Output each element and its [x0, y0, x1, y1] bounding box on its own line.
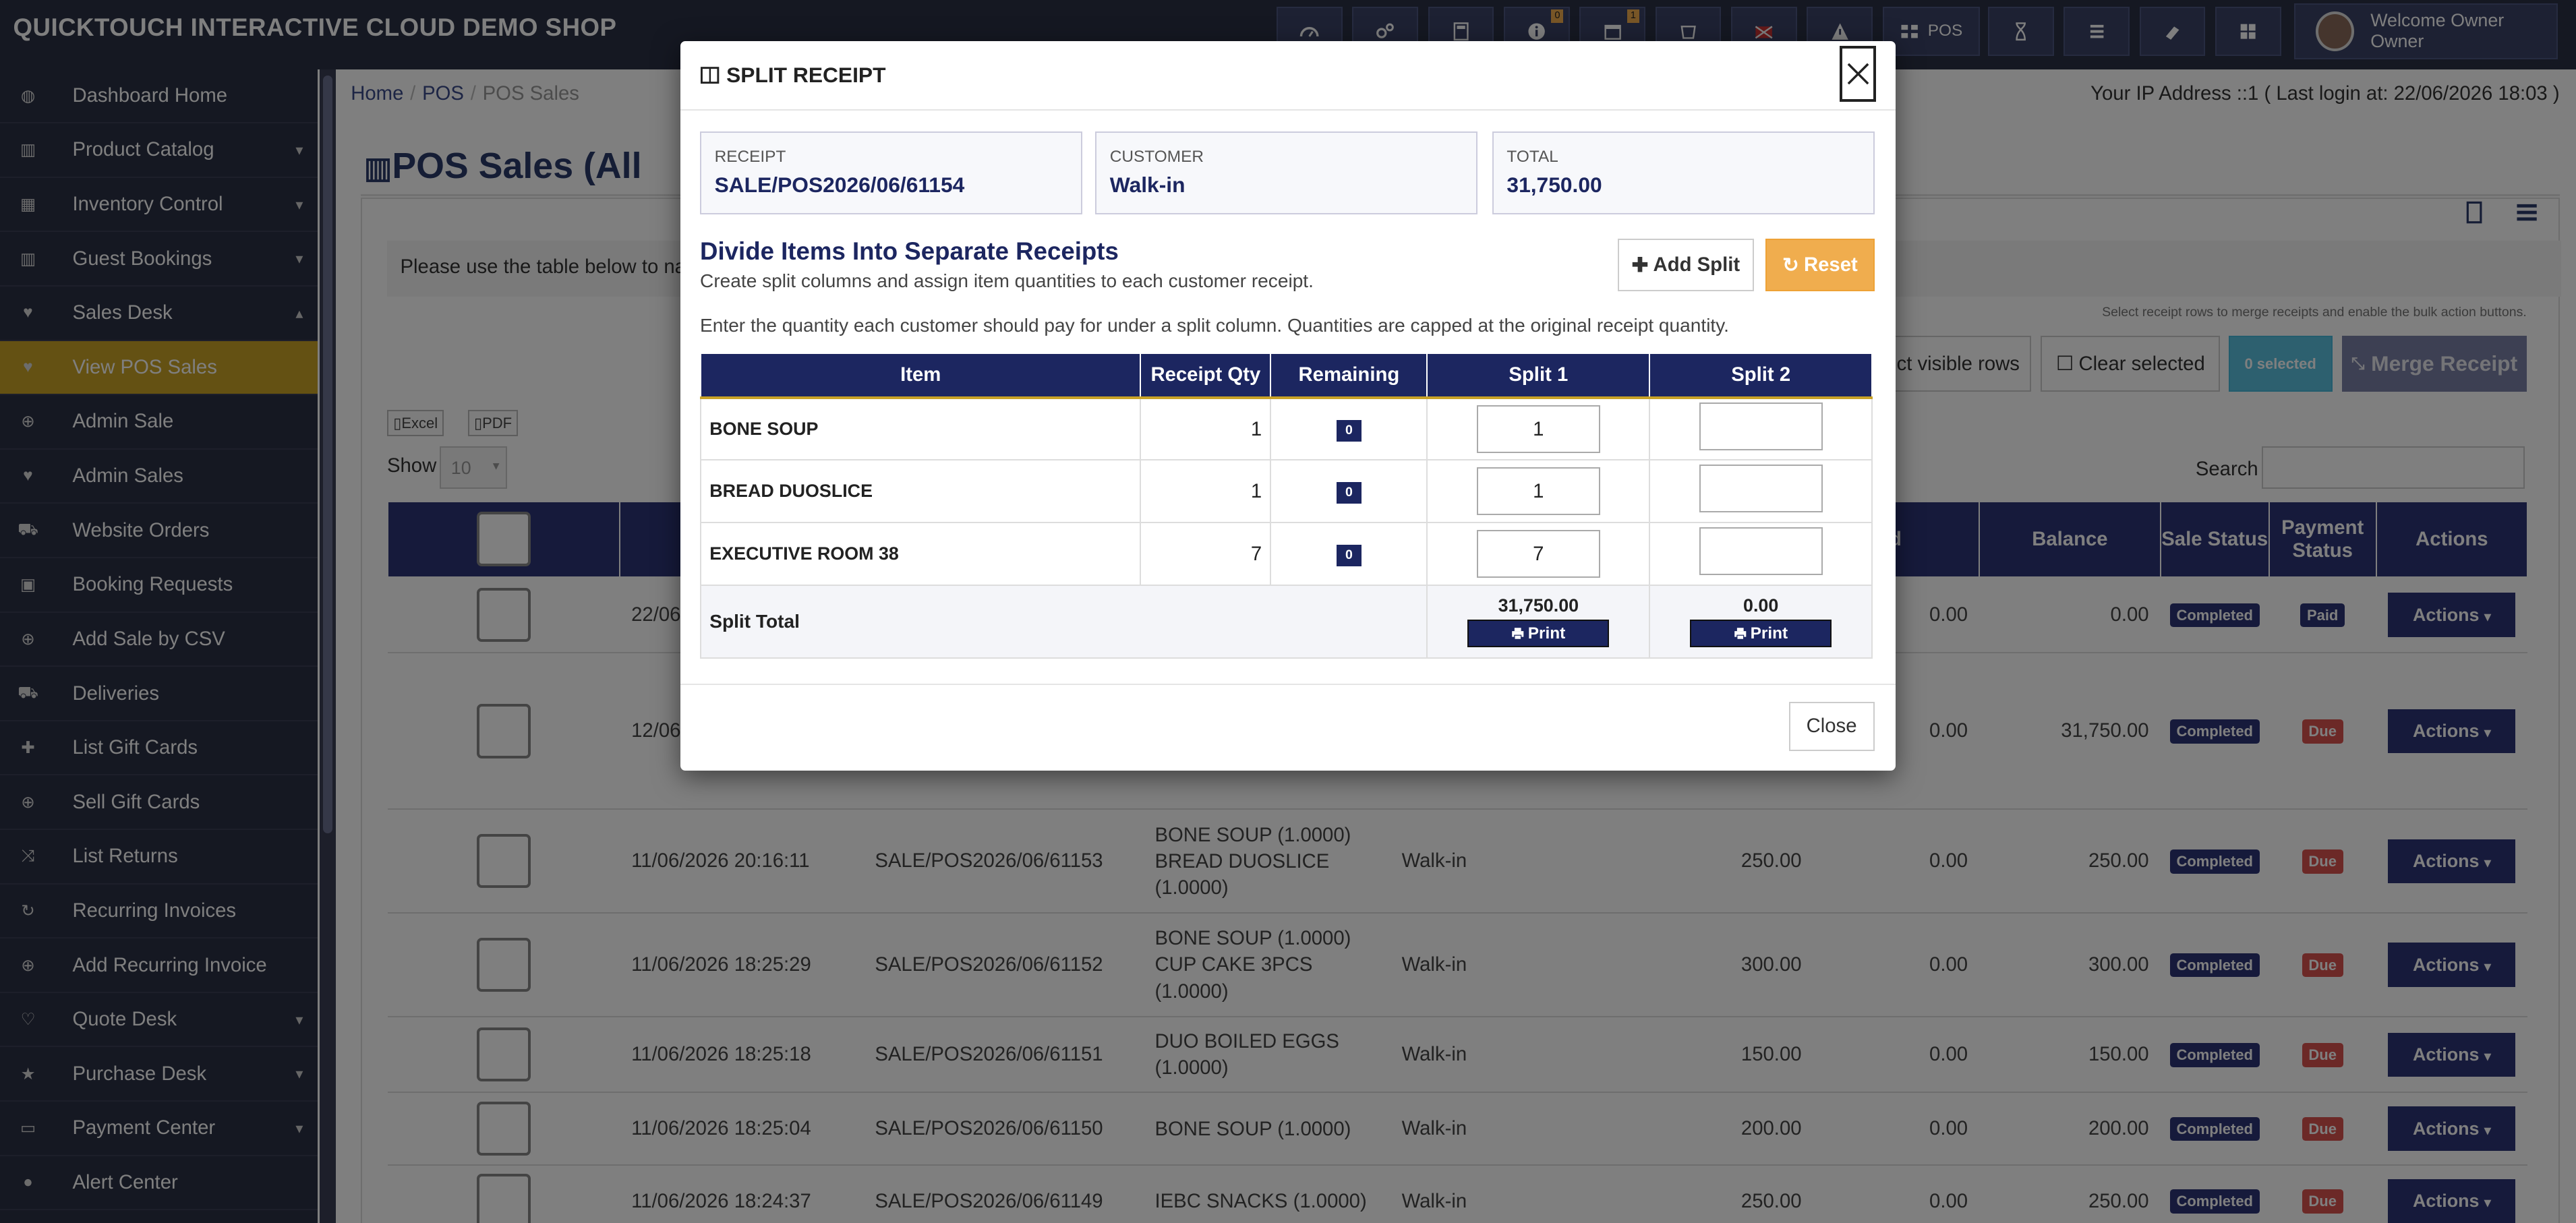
- section-title: Divide Items Into Separate Receipts: [700, 237, 1119, 265]
- split-2-qty-input[interactable]: [1699, 465, 1823, 513]
- remaining-badge: 0: [1337, 482, 1362, 504]
- split-total-row: Split Total 31,750.00 Print 0.00 Print: [700, 585, 1873, 659]
- print-icon: [1734, 628, 1747, 640]
- receipt-value: SALE/POS2026/06/61154: [714, 173, 965, 197]
- split-table: Item Receipt Qty Remaining Split 1 Split…: [700, 352, 1873, 659]
- split-total-label: Split Total: [700, 585, 1428, 659]
- col-split-1: Split 1: [1426, 352, 1651, 399]
- refresh-icon: ↻: [1782, 253, 1799, 276]
- remaining-badge: 0: [1337, 545, 1362, 567]
- split-row: BONE SOUP 1 0 1: [700, 396, 1873, 461]
- split-receipt-modal: SPLIT RECEIPT RECEIPT SALE/POS2026/06/611…: [680, 41, 1896, 771]
- total-info-box: TOTAL 31,750.00: [1492, 131, 1875, 214]
- split-1-print-button[interactable]: Print: [1467, 619, 1610, 648]
- split-row: EXECUTIVE ROOM 38 7 0 7: [700, 522, 1873, 587]
- total-label: TOTAL: [1506, 148, 1558, 167]
- add-split-button[interactable]: ✚ Add Split: [1617, 239, 1755, 292]
- split-note: Enter the quantity each customer should …: [700, 314, 1729, 336]
- close-button[interactable]: Close: [1788, 701, 1875, 751]
- columns-icon: [701, 66, 720, 84]
- split-item-name: EXECUTIVE ROOM 38: [700, 522, 1142, 587]
- receipt-info-box: RECEIPT SALE/POS2026/06/61154: [700, 131, 1082, 214]
- split-2-qty-input[interactable]: [1699, 402, 1823, 450]
- modal-header: SPLIT RECEIPT: [680, 41, 1896, 111]
- print-icon: [1512, 628, 1524, 640]
- split-item-name: BREAD DUOSLICE: [700, 459, 1142, 524]
- split-2-print-button[interactable]: Print: [1690, 619, 1832, 648]
- customer-label: CUSTOMER: [1109, 148, 1204, 167]
- col-item: Item: [700, 352, 1142, 399]
- col-remaining: Remaining: [1270, 352, 1428, 399]
- section-subtitle: Create split columns and assign item qua…: [700, 270, 1314, 291]
- modal-title: SPLIT RECEIPT: [700, 63, 886, 88]
- split-item-qty: 7: [1140, 522, 1272, 587]
- split-item-qty: 1: [1140, 396, 1272, 461]
- total-value: 31,750.00: [1506, 173, 1602, 197]
- customer-value: Walk-in: [1109, 173, 1185, 197]
- remaining-badge: 0: [1337, 420, 1362, 442]
- close-icon: [1847, 63, 1869, 85]
- plus-icon: ✚: [1631, 253, 1649, 276]
- split-1-qty-input[interactable]: 1: [1476, 405, 1600, 453]
- split-header-row: Item Receipt Qty Remaining Split 1 Split…: [700, 352, 1873, 399]
- split-2-qty-input[interactable]: [1699, 527, 1823, 576]
- split-item-qty: 1: [1140, 459, 1272, 524]
- reset-button[interactable]: ↻ Reset: [1765, 239, 1875, 292]
- split-1-qty-input[interactable]: 1: [1476, 467, 1600, 516]
- split-1-total: 31,750.00: [1498, 595, 1579, 616]
- customer-info-box: CUSTOMER Walk-in: [1095, 131, 1477, 214]
- col-receipt-qty: Receipt Qty: [1140, 352, 1272, 399]
- receipt-label: RECEIPT: [714, 148, 786, 167]
- modal-close-button[interactable]: [1840, 46, 1876, 102]
- split-1-qty-input[interactable]: 7: [1476, 530, 1600, 578]
- split-row: BREAD DUOSLICE 1 0 1: [700, 459, 1873, 524]
- split-2-total: 0.00: [1743, 595, 1779, 616]
- split-item-name: BONE SOUP: [700, 396, 1142, 461]
- col-split-2: Split 2: [1649, 352, 1873, 399]
